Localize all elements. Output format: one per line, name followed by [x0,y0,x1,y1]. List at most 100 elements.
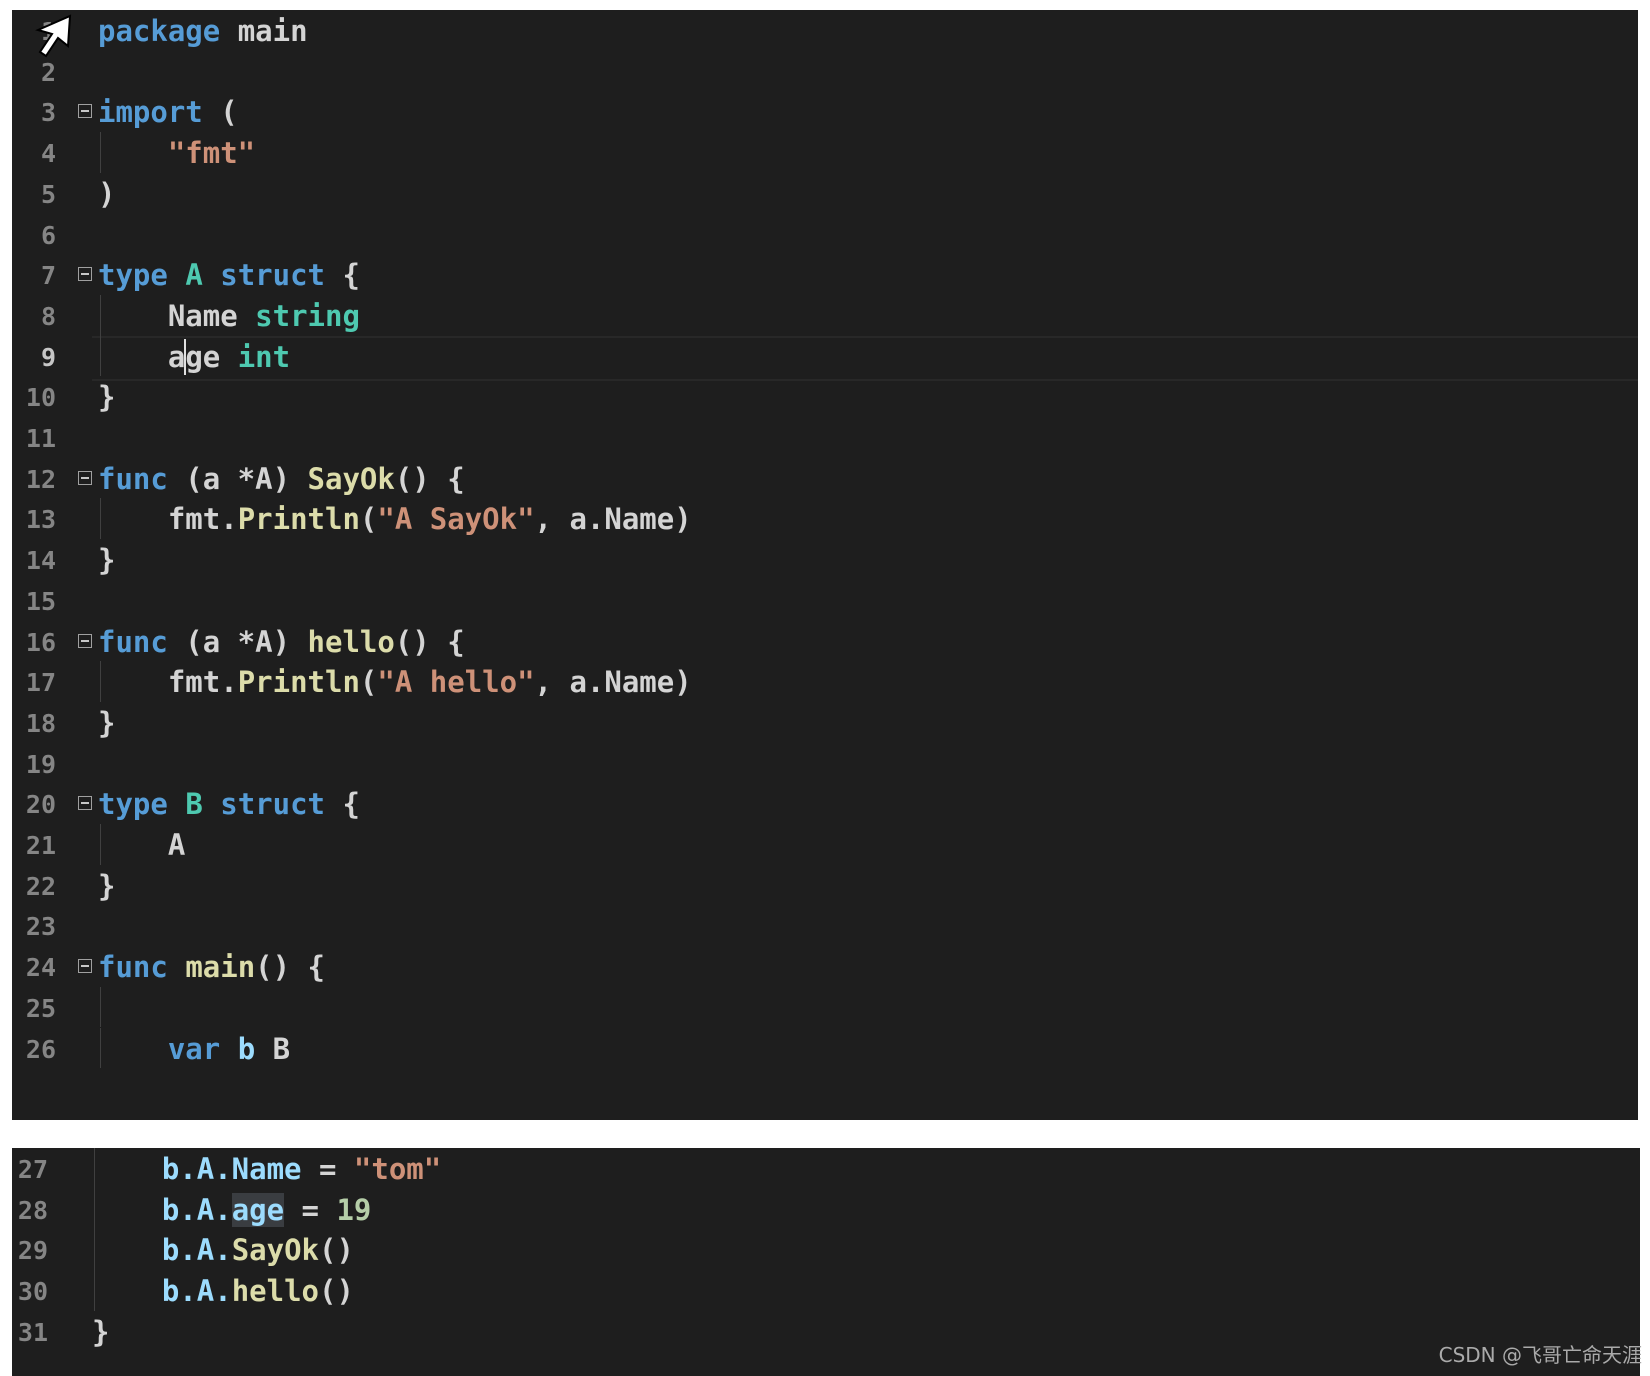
code-line[interactable]: 23 [12,905,1638,948]
line-number: 29 [17,1236,48,1266]
line-number: 6 [40,220,56,250]
code-token: SayOk [307,461,395,496]
code-line[interactable]: 13 fmt.Println("A SayOk", a.Name) [12,498,1638,541]
code-line[interactable]: 26 var b B [12,1027,1638,1071]
line-number: 17 [25,668,56,698]
code-token: () [319,1274,354,1309]
code-text: func (a *A) SayOk() { [98,458,465,501]
code-text: } [98,702,115,745]
code-line[interactable]: 20 type B struct { [12,783,1638,826]
code-line[interactable]: 16 func (a *A) hello() { [12,621,1638,664]
code-token: Name [167,298,238,333]
code-token: Println [237,502,360,537]
code-line[interactable]: 12 func (a *A) SayOk() { [12,458,1638,501]
code-line[interactable]: 19 [12,743,1638,786]
fold-collapse-icon[interactable] [78,959,92,974]
code-token: } [98,543,116,578]
code-line[interactable]: 17 fmt.Println("A hello", a.Name) [12,661,1638,704]
code-line[interactable]: 31} [12,1311,1640,1354]
code-text: A [98,824,185,867]
code-token: 19 [336,1192,372,1227]
code-line[interactable]: 14} [12,539,1638,582]
code-line[interactable]: 8 Name string [12,294,1638,338]
code-line[interactable]: 24 func main() { [12,946,1638,989]
code-token: main [185,950,256,985]
code-line[interactable]: 29 b.A.SayOk() [12,1229,1640,1272]
fold-collapse-icon[interactable] [78,470,92,485]
code-text: func (a *A) hello() { [98,621,465,664]
code-token: () [319,1233,354,1268]
code-line[interactable]: 5) [12,173,1638,216]
code-editor-top[interactable]: 1package main23import (4 "fmt"5)67type A… [12,10,1638,1120]
code-line[interactable]: 28 b.A.age = 19 [12,1188,1640,1232]
code-text: type A struct { [98,254,360,297]
fold-collapse-icon[interactable] [78,633,92,648]
line-number: 27 [17,1155,48,1184]
code-line[interactable]: 27 b.A.Name = "tom" [12,1148,1640,1191]
line-number: 14 [25,546,56,576]
code-line[interactable]: 22} [12,865,1638,908]
code-token: . [220,502,238,537]
code-token: import [98,95,203,130]
fold-collapse-icon[interactable] [78,104,92,119]
code-token: B [255,1031,291,1066]
code-token: } [98,868,116,903]
code-line[interactable]: 18} [12,702,1638,745]
line-number: 24 [25,953,56,983]
code-line[interactable]: 11 [12,417,1638,460]
code-token: int [237,339,291,374]
line-number: 10 [25,383,56,413]
code-line[interactable]: 4 "fmt" [12,132,1638,175]
code-line[interactable]: 15 [12,580,1638,623]
code-text: package main [98,10,308,53]
code-editor-bottom[interactable]: 27 b.A.Name = "tom" 28 b.A.age = 19 29 b.A… [12,1148,1640,1376]
code-token: b.A. [161,1274,232,1309]
code-line[interactable]: 9 age int [12,335,1638,381]
fold-collapse-icon[interactable] [78,796,92,811]
code-line[interactable]: 7 type A struct { [12,254,1638,297]
code-token: struct [220,787,326,822]
line-number: 18 [25,708,56,738]
code-token: () { [394,461,465,496]
code-line[interactable]: 30 b.A.hello() [12,1270,1640,1313]
code-token: a [167,339,186,374]
code-token: hello [231,1274,319,1309]
code-line[interactable]: 10} [12,376,1638,419]
code-line[interactable]: 2 [12,51,1638,94]
fold-collapse-icon[interactable] [78,267,92,282]
code-token: "fmt" [167,136,256,171]
code-line[interactable]: 3 import ( [12,91,1638,134]
line-number: 16 [25,627,56,657]
code-line[interactable]: 21 A [12,824,1638,867]
highlighted-word: age [231,1192,285,1227]
code-line[interactable]: 6 [12,214,1638,257]
code-token: main [237,14,308,48]
code-token: = [284,1192,337,1227]
code-token: ( [202,95,238,130]
code-token: } [98,705,116,740]
code-token: func [98,950,168,985]
mouse-pointer-icon [35,14,72,58]
code-token: } [92,1314,110,1349]
code-token: "tom" [353,1152,442,1186]
code-line[interactable]: 25 [12,986,1638,1030]
code-line[interactable]: 1package main [12,10,1638,53]
code-token: func [98,624,168,659]
code-text: ) [98,173,115,216]
code-token: b.A. [161,1192,232,1227]
line-number: 15 [25,586,56,616]
code-token: ( [359,665,378,700]
code-token: . [220,665,238,700]
line-number: 4 [40,139,56,169]
code-token: () { [255,950,325,985]
code-token: type [98,258,168,293]
code-text: } [98,865,115,908]
